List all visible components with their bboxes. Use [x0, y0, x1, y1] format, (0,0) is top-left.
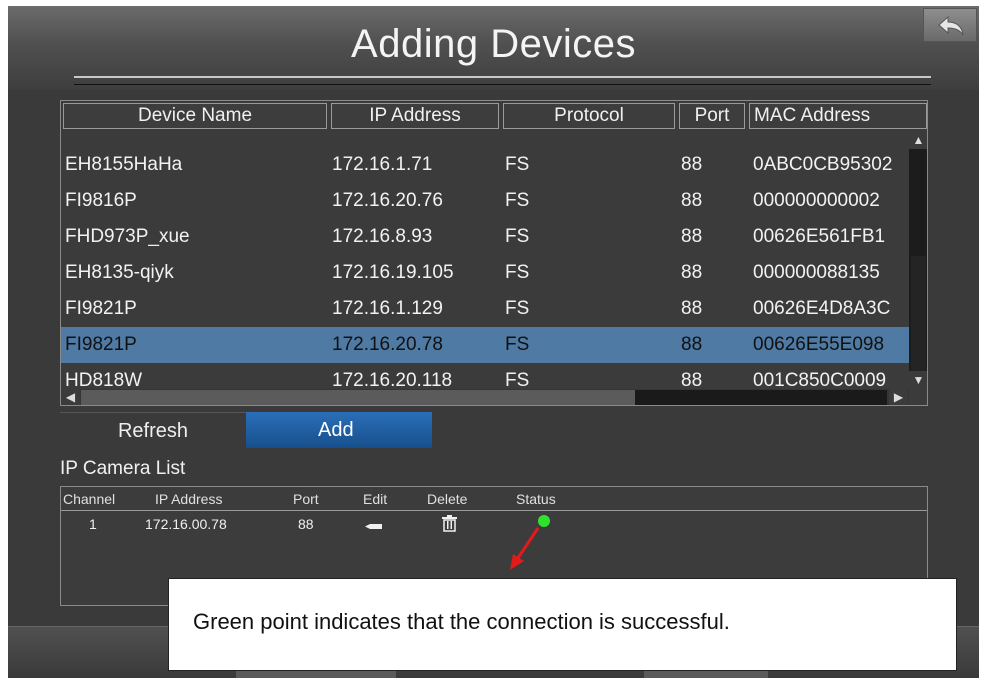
- ip-camera-list-label: IP Camera List: [60, 458, 186, 479]
- table-row[interactable]: FHD973P_xue 172.16.8.93 FS 88 00626E561F…: [61, 219, 909, 255]
- table-row[interactable]: FI9821P 172.16.1.129 FS 88 00626E4D8A3C: [61, 291, 909, 327]
- ip-address: 172.16.1.129: [332, 298, 443, 319]
- vertical-scroll-thumb[interactable]: [911, 256, 926, 386]
- device-name: EH8135-qiyk: [65, 262, 174, 283]
- device-name: EH8155HaHa: [65, 154, 183, 175]
- mac-address: 00626E561FB1: [753, 226, 886, 247]
- protocol: FS: [505, 262, 530, 283]
- device-name: FHD973P_xue: [65, 226, 190, 247]
- col-edit: Edit: [363, 491, 388, 507]
- protocol: FS: [505, 226, 530, 247]
- mac-address: 000000088135: [753, 262, 880, 283]
- col-port: Port: [293, 491, 319, 507]
- ip-address: 172.16.1.71: [332, 154, 433, 175]
- device-name: FI9821P: [65, 298, 137, 319]
- scroll-left-icon[interactable]: ◀: [61, 389, 80, 405]
- refresh-button[interactable]: Refresh: [60, 412, 246, 448]
- ip-address: 172.16.20.78: [332, 334, 443, 355]
- ip-address: 172.16.19.105: [332, 262, 454, 283]
- camera-port: 88: [298, 516, 314, 532]
- col-port[interactable]: Port: [679, 103, 745, 129]
- protocol: FS: [505, 298, 530, 319]
- adding-devices-screen: Adding Devices Device Name IP Address Pr…: [8, 6, 979, 678]
- table-row[interactable]: FI9816P 172.16.20.76 FS 88 000000000002: [61, 183, 909, 219]
- header-divider: [74, 76, 931, 78]
- protocol: FS: [505, 190, 530, 211]
- ip-address: 172.16.8.93: [332, 226, 433, 247]
- trash-icon[interactable]: [441, 515, 458, 537]
- back-arrow-icon: [938, 15, 964, 36]
- table-row[interactable]: EH8135-qiyk 172.16.19.105 FS 88 00000008…: [61, 255, 909, 291]
- mac-address: 00626E55E098: [753, 334, 885, 355]
- table-row-selected[interactable]: FI9821P 172.16.20.78 FS 88 00626E55E098: [61, 327, 909, 363]
- col-mac-address[interactable]: MAC Address: [749, 103, 927, 129]
- device-name: FI9816P: [65, 190, 137, 211]
- vertical-scrollbar[interactable]: ▲ ▼: [909, 131, 927, 389]
- channel-number: 1: [89, 516, 97, 532]
- red-pointer-arrow-icon: [510, 527, 540, 570]
- col-status: Status: [516, 491, 556, 507]
- add-button[interactable]: Add: [246, 412, 432, 448]
- device-search-table: Device Name IP Address Protocol Port MAC…: [60, 100, 928, 406]
- port: 88: [681, 154, 703, 175]
- header-bar: Adding Devices: [8, 6, 979, 90]
- scroll-down-icon[interactable]: ▼: [909, 371, 927, 389]
- table-row[interactable]: EH8155HaHa 172.16.1.71 FS 88 0ABC0CB9530…: [61, 147, 909, 183]
- edit-icon[interactable]: [365, 518, 383, 536]
- camera-list-header: Channel IP Address Port Edit Delete Stat…: [61, 487, 927, 511]
- protocol: FS: [505, 334, 530, 355]
- horizontal-scroll-track[interactable]: [635, 390, 887, 405]
- port: 88: [681, 298, 703, 319]
- header-divider-shadow: [74, 84, 931, 85]
- ip-address: 172.16.20.76: [332, 190, 443, 211]
- annotation-callout: Green point indicates that the connectio…: [168, 578, 957, 671]
- port: 88: [681, 226, 703, 247]
- callout-text: Green point indicates that the connectio…: [193, 609, 730, 634]
- port: 88: [681, 190, 703, 211]
- scroll-right-icon[interactable]: ▶: [889, 389, 908, 405]
- protocol: FS: [505, 154, 530, 175]
- mac-address: 0ABC0CB95302: [753, 154, 893, 175]
- col-device-name[interactable]: Device Name: [63, 103, 327, 129]
- port: 88: [681, 334, 703, 355]
- mac-address: 00626E4D8A3C: [753, 298, 891, 319]
- scroll-up-icon[interactable]: ▲: [909, 131, 927, 149]
- horizontal-scrollbar[interactable]: ◀ ▶: [61, 389, 909, 405]
- col-protocol[interactable]: Protocol: [503, 103, 675, 129]
- page-title: Adding Devices: [351, 22, 636, 66]
- device-name: FI9821P: [65, 334, 137, 355]
- camera-ip: 172.16.00.78: [145, 516, 227, 532]
- col-delete: Delete: [427, 491, 468, 507]
- mac-address: 000000000002: [753, 190, 880, 211]
- col-channel: Channel: [63, 491, 116, 507]
- col-ip-address[interactable]: IP Address: [331, 103, 499, 129]
- horizontal-scroll-thumb[interactable]: [81, 390, 635, 405]
- back-button[interactable]: [923, 8, 977, 42]
- port: 88: [681, 262, 703, 283]
- col-ip-address: IP Address: [155, 491, 223, 507]
